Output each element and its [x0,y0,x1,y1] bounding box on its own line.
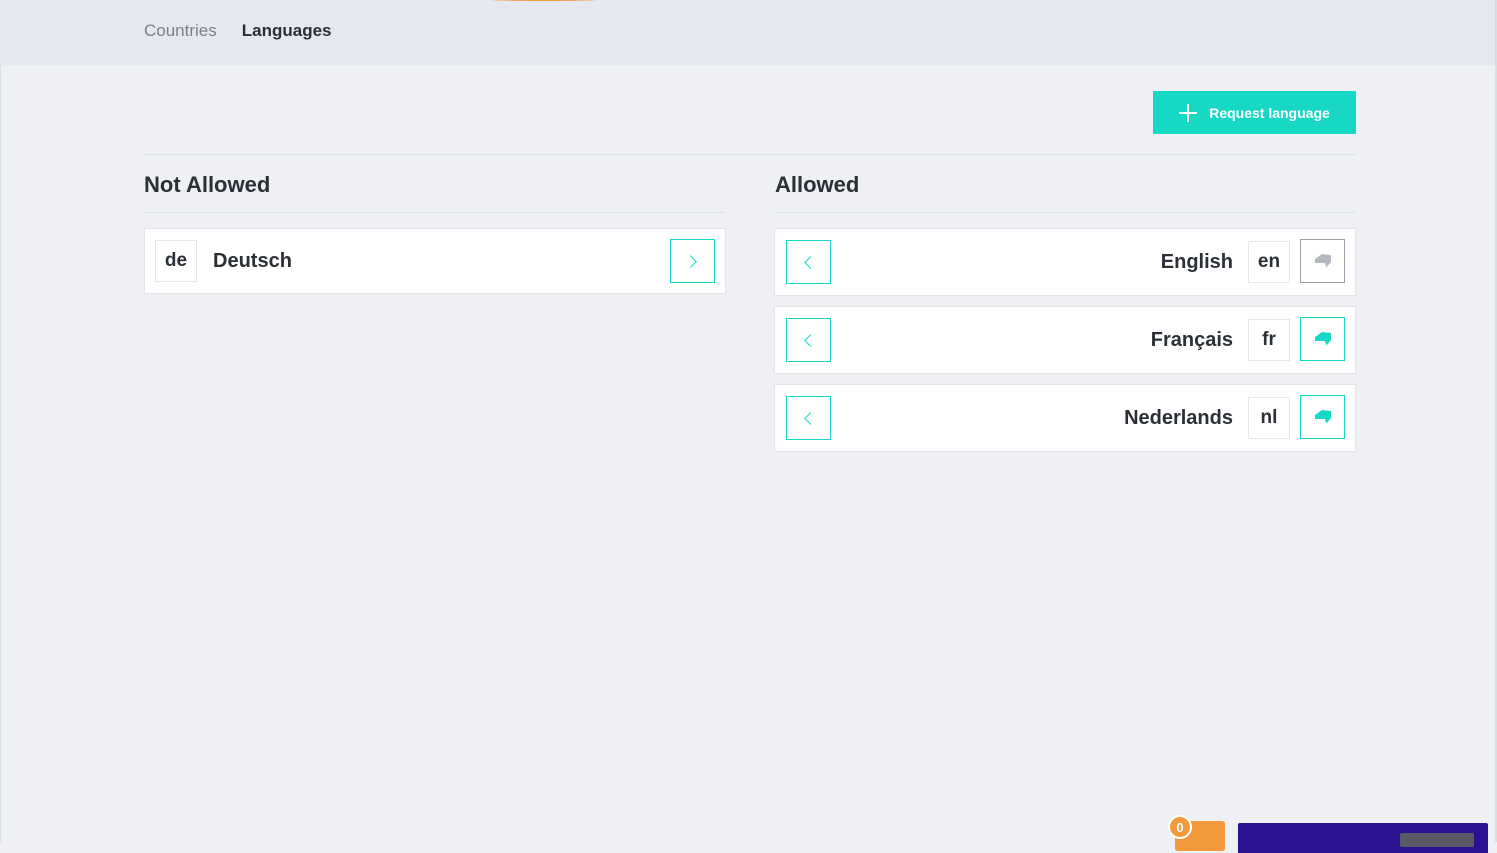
language-name: English [1160,251,1233,273]
language-code-badge: nl [1248,397,1290,439]
allowed-title: Allowed [775,172,860,197]
allowed-item-francais: Français fr [774,306,1356,374]
tab-languages[interactable]: Languages [242,21,332,41]
default-language-nederlands-button[interactable] [1300,395,1345,439]
allowed-rule [775,212,1356,213]
disallow-nederlands-button[interactable] [786,396,831,440]
allowed-item-nederlands: Nederlands nl [774,384,1356,452]
top-accent-bar [488,0,600,1]
language-name: Français [1150,329,1233,351]
chevron-left-icon [804,333,817,347]
language-code-badge: de [155,240,197,282]
chevron-right-icon [684,254,697,268]
settings-tabs: Countries Languages [144,21,332,41]
tag-icon [1314,332,1331,347]
default-language-francais-button[interactable] [1300,317,1345,361]
tag-icon [1314,410,1331,425]
not-allowed-title: Not Allowed [144,172,271,197]
language-name: Nederlands [1124,407,1233,429]
allow-deutsch-button[interactable] [670,239,715,283]
disallow-english-button[interactable] [786,240,831,284]
plus-icon [1179,103,1198,122]
chevron-left-icon [804,411,817,425]
left-edge-border [0,65,1,842]
default-language-english-button[interactable] [1300,239,1345,283]
language-name: Deutsch [213,250,292,272]
floating-panel[interactable] [1238,823,1488,853]
floating-panel-chip [1400,833,1474,847]
tab-countries[interactable]: Countries [144,21,217,41]
tag-icon [1314,254,1331,269]
not-allowed-item-deutsch: de Deutsch [144,228,726,294]
disallow-francais-button[interactable] [786,318,831,362]
request-language-label: Request language [1209,104,1330,121]
chevron-left-icon [804,255,817,269]
language-code-badge: en [1248,241,1290,283]
language-code-badge: fr [1248,319,1290,361]
not-allowed-rule [144,212,725,213]
allowed-item-english: English en [774,228,1356,296]
top-navigation-bar: Countries Languages [0,0,1497,65]
section-divider [144,154,1356,155]
request-language-button[interactable]: Request language [1153,91,1356,134]
cart-count-badge: 0 [1168,815,1192,839]
